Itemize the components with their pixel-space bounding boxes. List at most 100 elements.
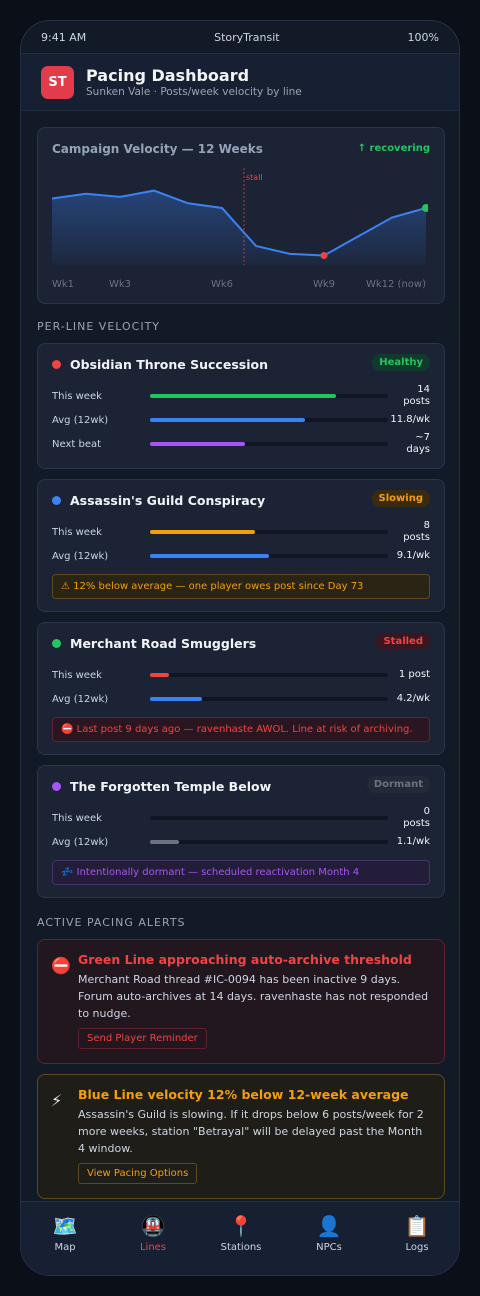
line-card-header: Merchant Road Smugglers bbox=[52, 635, 430, 651]
alert-action-button[interactable]: View Pacing Options bbox=[78, 1163, 198, 1184]
pin-icon: 📍 bbox=[228, 1214, 254, 1238]
metric-bar-track bbox=[150, 554, 388, 558]
metro-icon: 🚇 bbox=[140, 1214, 166, 1238]
metric-bar-track bbox=[150, 697, 388, 701]
line-card[interactable]: Merchant Road Smugglers Stalled This week 1… bbox=[37, 622, 445, 755]
metric-label: Avg (12wk) bbox=[52, 836, 109, 848]
metric-bar-track bbox=[150, 394, 388, 398]
chart-trend-status: ↑ recovering bbox=[357, 143, 430, 154]
metric-bar-fill bbox=[150, 442, 246, 446]
metric-bar-track bbox=[150, 530, 388, 534]
stall-label: stall bbox=[246, 173, 263, 182]
metric-value: 9.1/wk bbox=[396, 550, 430, 561]
metric-row: This week 14 posts bbox=[52, 384, 430, 408]
status-badge: Stalled bbox=[376, 633, 430, 650]
x-tick-label: Wk9 bbox=[313, 279, 335, 290]
metric-bar-fill bbox=[150, 418, 305, 422]
metric-row: This week 1 post bbox=[52, 663, 430, 687]
tab-label: Stations bbox=[220, 1242, 262, 1253]
person-icon: 👤 bbox=[316, 1214, 342, 1238]
tab-label: Logs bbox=[405, 1242, 429, 1253]
metric-label: Avg (12wk) bbox=[52, 550, 109, 562]
alert-cards: ⛔ Green Line approaching auto-archive thr… bbox=[37, 939, 445, 1199]
velocity-chart: stall Wk1 Wk3 Wk6 Wk9 Wk12 (now) bbox=[52, 168, 428, 290]
metric-bar-track bbox=[150, 816, 388, 820]
status-badge: Healthy bbox=[372, 354, 430, 371]
metric-bar-track bbox=[150, 673, 388, 677]
metric-label: This week bbox=[52, 526, 102, 538]
tab-label: Lines bbox=[139, 1242, 167, 1253]
lightning-icon: ⚡ bbox=[51, 1091, 63, 1110]
status-time: 9:41 AM bbox=[41, 30, 87, 44]
line-card[interactable]: The Forgotten Temple Below Dormant This we… bbox=[37, 765, 445, 898]
metric-bar-fill bbox=[150, 394, 336, 398]
page-subtitle: Sunken Vale · Posts/week velocity by lin… bbox=[86, 86, 302, 98]
metric-bar-fill bbox=[150, 697, 203, 701]
map-icon: 🗺️ bbox=[52, 1214, 78, 1238]
x-tick-label: Wk12 (now) bbox=[366, 279, 426, 290]
status-battery: 100% bbox=[407, 30, 439, 44]
line-card-spacer bbox=[52, 508, 430, 520]
alert-body: Merchant Road thread #IC-0094 has been i… bbox=[78, 973, 429, 1020]
metric-label: Avg (12wk) bbox=[52, 693, 109, 705]
metric-row: Avg (12wk) 11.8/wk bbox=[52, 408, 430, 432]
line-color-dot bbox=[52, 495, 61, 505]
metric-label: This week bbox=[52, 812, 102, 824]
metric-label: This week bbox=[52, 669, 102, 681]
tab-map[interactable]: 🗺️ Map bbox=[21, 1202, 109, 1275]
tab-label: NPCs bbox=[316, 1242, 342, 1253]
metric-row: Next beat ~7 days bbox=[52, 432, 430, 456]
tab-stations[interactable]: 📍 Stations bbox=[197, 1202, 285, 1275]
page-title: Pacing Dashboard bbox=[86, 66, 250, 85]
metric-value: 11.8/wk bbox=[390, 414, 430, 425]
line-card-spacer bbox=[52, 372, 430, 384]
metric-bar-fill bbox=[150, 554, 269, 558]
line-color-dot bbox=[52, 781, 61, 791]
metric-bar-track bbox=[150, 418, 388, 422]
metric-value: 8 posts bbox=[403, 520, 430, 543]
tab-npcs[interactable]: 👤 NPCs bbox=[285, 1202, 373, 1275]
status-badge: Slowing bbox=[371, 490, 430, 507]
line-note: ⛔ Last post 9 days ago — ravenhaste AWOL… bbox=[52, 717, 430, 742]
alert-title: Green Line approaching auto-archive thre… bbox=[78, 952, 412, 967]
line-note: 💤 Intentionally dormant — scheduled reac… bbox=[52, 860, 430, 885]
metric-value: 1.1/wk bbox=[396, 836, 430, 847]
metric-bar-track bbox=[150, 840, 388, 844]
metric-row: This week 0 posts bbox=[52, 806, 430, 830]
tab-lines[interactable]: 🚇 Lines bbox=[109, 1202, 197, 1275]
metric-label: Avg (12wk) bbox=[52, 414, 109, 426]
alert-card: ⚡ Blue Line velocity 12% below 12-week av… bbox=[37, 1074, 445, 1199]
metric-value: ~7 days bbox=[406, 432, 430, 455]
metric-bar-track bbox=[150, 442, 388, 446]
alert-action-button[interactable]: Send Player Reminder bbox=[78, 1028, 207, 1049]
line-card[interactable]: Obsidian Throne Succession Healthy This we… bbox=[37, 343, 445, 469]
x-tick-label: Wk3 bbox=[109, 279, 131, 290]
tab-label: Map bbox=[54, 1242, 76, 1253]
line-name: Obsidian Throne Succession bbox=[70, 356, 268, 372]
x-tick-label: Wk1 bbox=[52, 279, 74, 290]
metric-value: 1 post bbox=[398, 669, 430, 680]
line-name: Merchant Road Smugglers bbox=[70, 635, 257, 651]
metric-value: 14 posts bbox=[403, 384, 430, 407]
per-line-section-title: PER-LINE VELOCITY bbox=[37, 320, 161, 333]
metric-row: This week 8 posts bbox=[52, 520, 430, 544]
line-card[interactable]: Assassin's Guild Conspiracy Slowing This w… bbox=[37, 479, 445, 612]
status-bar: 9:41 AM StoryTransit 100% bbox=[21, 21, 459, 53]
line-name: The Forgotten Temple Below bbox=[70, 778, 272, 794]
x-tick-label: Wk6 bbox=[211, 279, 233, 290]
phone-frame: 9:41 AM StoryTransit 100% ST Pacing Dash… bbox=[20, 20, 460, 1276]
app-header: ST Pacing Dashboard Sunken Vale · Posts/… bbox=[21, 53, 459, 111]
bottom-tab-bar: 🗺️ Map 🚇 Lines 📍 Stations 👤 NPCs 📋 Logs bbox=[21, 1201, 459, 1275]
metric-row: Avg (12wk) 9.1/wk bbox=[52, 544, 430, 568]
line-card-spacer bbox=[52, 794, 430, 806]
main-content[interactable]: Campaign Velocity — 12 Weeks ↑ recoverin… bbox=[21, 111, 459, 1201]
metric-label: Next beat bbox=[52, 438, 102, 450]
alerts-section-title: ACTIVE PACING ALERTS bbox=[37, 916, 186, 929]
line-cards: Obsidian Throne Succession Healthy This we… bbox=[37, 343, 445, 898]
no-entry-icon: ⛔ bbox=[51, 956, 71, 975]
status-badge: Dormant bbox=[366, 776, 430, 793]
line-card-spacer bbox=[52, 651, 430, 663]
metric-value: 0 posts bbox=[403, 806, 430, 829]
tab-logs[interactable]: 📋 Logs bbox=[373, 1202, 459, 1275]
alert-body: Assassin's Guild is slowing. If it drops… bbox=[78, 1108, 424, 1155]
